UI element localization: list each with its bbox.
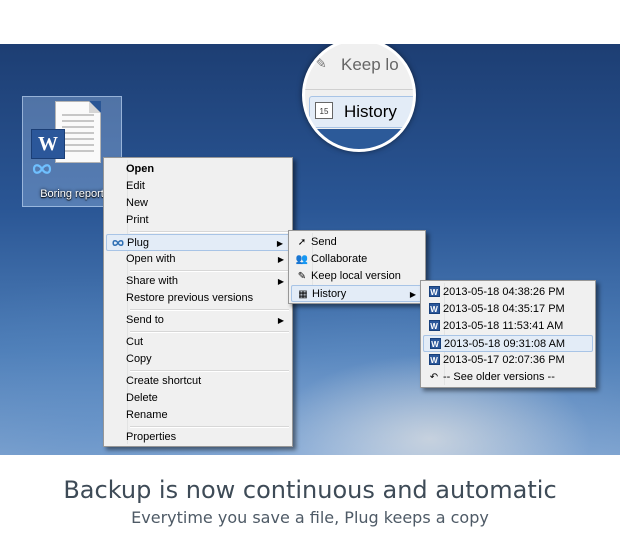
submenu-item-keep-local-version-label: Keep local version	[311, 270, 401, 282]
menu-item-restore-previous-versions[interactable]: Restore previous versions	[106, 290, 290, 307]
context-menu: Open Edit New Print Plug ▶ Open with ▶ S…	[103, 157, 293, 447]
people-icon: 👥	[295, 254, 309, 265]
history-version-item[interactable]: W 2013-05-18 04:35:17 PM	[423, 301, 593, 318]
caption-title: Backup is now continuous and automatic	[63, 476, 557, 504]
submenu-arrow-icon: ▶	[277, 316, 284, 325]
magnified-history-item: 15 History	[309, 96, 413, 128]
submenu-item-history-label: History	[312, 288, 347, 300]
submenu-item-send-label: Send	[311, 236, 337, 248]
plug-submenu: ➚ Send 👥 Collaborate ✎ Keep local versio…	[288, 230, 426, 304]
word-doc-icon: W	[428, 303, 440, 314]
pin-icon: ✎	[297, 271, 307, 282]
menu-item-send-to-label: Send to	[126, 314, 164, 326]
history-version-label: 2013-05-18 09:31:08 AM	[444, 338, 566, 350]
calendar-icon: ▦	[298, 289, 308, 300]
history-version-label: 2013-05-18 11:53:41 AM	[443, 320, 564, 332]
undo-arrow-icon: ↶	[429, 372, 439, 383]
menu-item-share-with[interactable]: Share with ▶	[106, 273, 290, 290]
plug-infinity-icon	[32, 164, 52, 174]
history-version-label: 2013-05-17 02:07:36 PM	[443, 354, 565, 366]
calendar-icon: 15	[315, 102, 333, 119]
submenu-arrow-icon: ▶	[277, 255, 284, 264]
caption-subtitle: Everytime you save a file, Plug keeps a …	[131, 508, 489, 527]
magnifier-callout: ✎ Keep lo 15 History	[302, 44, 416, 152]
submenu-item-keep-local-version[interactable]: ✎ Keep local version	[291, 268, 423, 285]
word-icon: W	[31, 129, 65, 159]
menu-item-send-to[interactable]: Send to ▶	[106, 312, 290, 329]
menu-item-properties[interactable]: Properties	[106, 429, 290, 446]
history-version-item[interactable]: W 2013-05-17 02:07:36 PM	[423, 352, 593, 369]
menu-item-open-with[interactable]: Open with ▶	[106, 251, 290, 268]
history-version-label: 2013-05-18 04:38:26 PM	[443, 286, 565, 298]
submenu-arrow-icon: ▶	[277, 277, 284, 286]
menu-item-create-shortcut[interactable]: Create shortcut	[106, 373, 290, 390]
menu-item-share-with-label: Share with	[126, 275, 178, 287]
word-doc-icon: W	[428, 354, 440, 365]
menu-item-copy[interactable]: Copy	[106, 351, 290, 368]
history-submenu: W 2013-05-18 04:38:26 PM W 2013-05-18 04…	[420, 280, 596, 388]
pin-icon: ✎	[315, 55, 327, 71]
menu-item-plug-label: Plug	[127, 237, 150, 249]
history-version-item[interactable]: W 2013-05-18 11:53:41 AM	[423, 318, 593, 335]
submenu-item-history[interactable]: ▦ History ▶	[291, 285, 423, 302]
menu-item-cut[interactable]: Cut	[106, 334, 290, 351]
magnified-desktop-background	[305, 129, 413, 149]
submenu-item-collaborate[interactable]: 👥 Collaborate	[291, 251, 423, 268]
submenu-arrow-icon: ▶	[409, 290, 416, 299]
word-doc-icon: W	[428, 320, 440, 331]
menu-item-delete[interactable]: Delete	[106, 390, 290, 407]
word-doc-icon: W	[428, 286, 440, 297]
menu-item-plug[interactable]: Plug ▶	[106, 234, 290, 251]
history-version-label: 2013-05-18 04:35:17 PM	[443, 303, 565, 315]
magnified-keep-local-item: ✎ Keep lo	[305, 49, 413, 89]
cursor-arrow-icon: ➚	[297, 237, 307, 248]
menu-item-print[interactable]: Print	[106, 212, 290, 229]
menu-item-new[interactable]: New	[106, 195, 290, 212]
submenu-item-send[interactable]: ➚ Send	[291, 234, 423, 251]
menu-item-open-with-label: Open with	[126, 253, 176, 265]
menu-item-rename[interactable]: Rename	[106, 407, 290, 424]
history-version-item-selected[interactable]: W 2013-05-18 09:31:08 AM	[423, 335, 593, 352]
history-version-item[interactable]: W 2013-05-18 04:38:26 PM	[423, 284, 593, 301]
see-older-versions-label: -- See older versions --	[443, 371, 555, 383]
menu-item-open[interactable]: Open	[106, 161, 290, 178]
submenu-item-collaborate-label: Collaborate	[311, 253, 368, 265]
magnified-history-label: History	[344, 102, 397, 121]
magnified-keep-label: Keep lo	[341, 55, 399, 74]
menu-item-edit[interactable]: Edit	[106, 178, 290, 195]
submenu-arrow-icon: ▶	[276, 239, 283, 248]
desktop: W Boring report Open Edit New Print Plug…	[0, 44, 620, 455]
see-older-versions-item[interactable]: ↶ -- See older versions --	[423, 369, 593, 386]
word-doc-icon: W	[429, 338, 441, 349]
